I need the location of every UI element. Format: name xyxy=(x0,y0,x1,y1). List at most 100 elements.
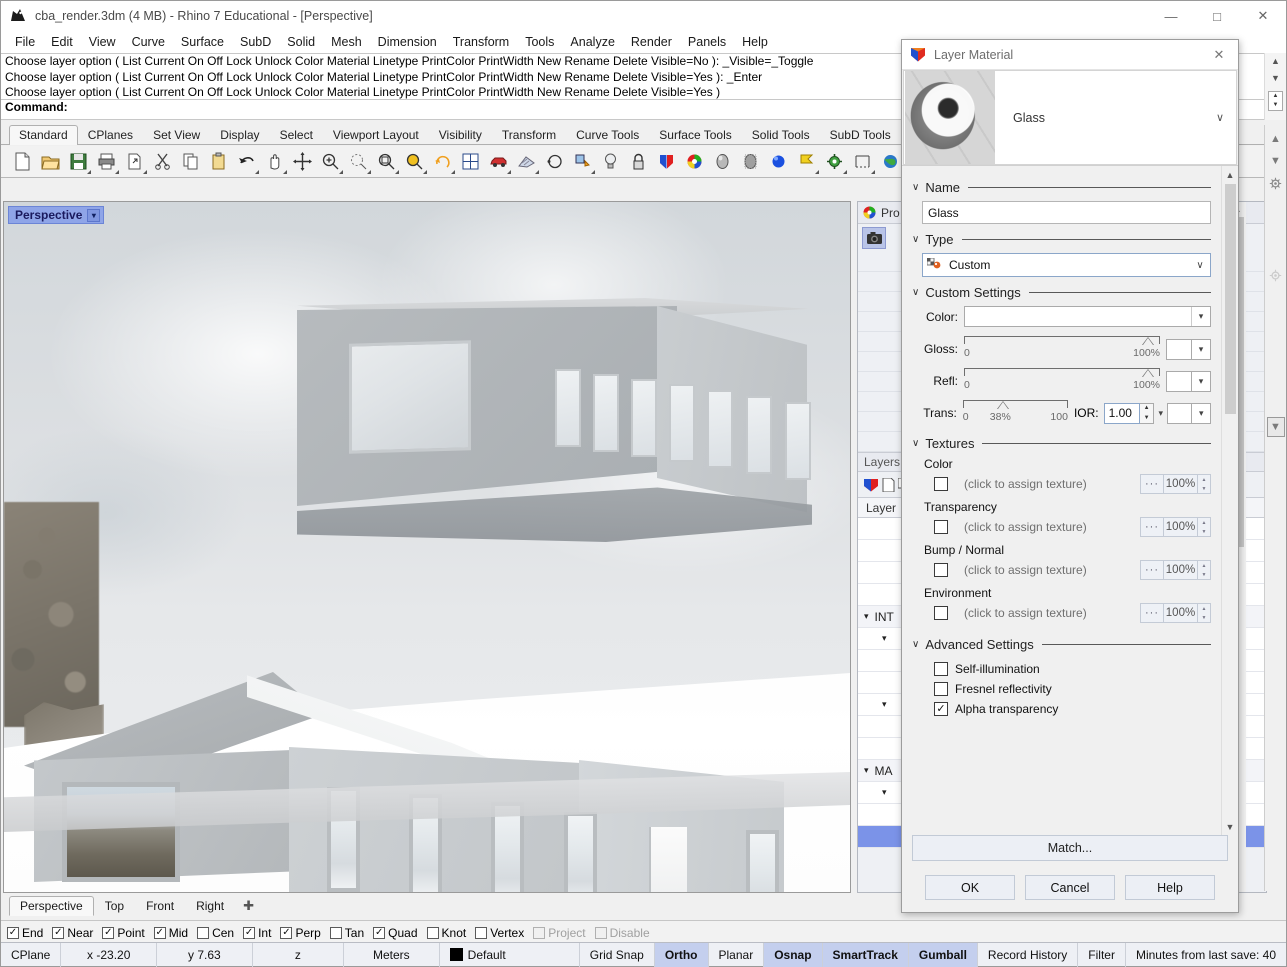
osnap-cen[interactable]: Cen xyxy=(197,926,234,940)
material-name-input[interactable]: Glass xyxy=(922,201,1211,224)
spin-down-icon[interactable]: ▼ xyxy=(1198,484,1210,493)
menu-analyze[interactable]: Analyze xyxy=(562,33,622,51)
menu-file[interactable]: File xyxy=(7,33,43,51)
chevron-down-icon[interactable]: ∨ xyxy=(912,438,919,449)
refl-slider[interactable]: 0 100% xyxy=(964,366,1160,396)
chevron-down-icon[interactable]: ∨ xyxy=(912,639,919,650)
help-button[interactable]: Help xyxy=(1125,875,1215,900)
zoom-window-icon[interactable] xyxy=(345,149,372,175)
advanced-row-self-illumination[interactable]: Self-illumination xyxy=(912,662,1211,676)
menu-help[interactable]: Help xyxy=(734,33,776,51)
menu-subd[interactable]: SubD xyxy=(232,33,279,51)
toggle-record-history[interactable]: Record History xyxy=(978,943,1078,967)
chevron-down-icon[interactable]: ▾ xyxy=(864,765,869,776)
chevron-down-icon[interactable]: ▾ xyxy=(1192,371,1211,392)
menu-panels[interactable]: Panels xyxy=(680,33,734,51)
color-swatch[interactable] xyxy=(965,307,1191,326)
advanced-row-alpha[interactable]: ✓ Alpha transparency xyxy=(912,702,1211,716)
copy-icon[interactable] xyxy=(177,149,204,175)
chevron-down-icon[interactable]: ▾ xyxy=(882,787,887,798)
spin-up-icon[interactable]: ▲ xyxy=(1269,92,1282,101)
chevron-down-icon[interactable]: ∨ xyxy=(912,182,919,193)
texture-color-checkbox[interactable] xyxy=(934,477,948,491)
osnap-quad[interactable]: ✓Quad xyxy=(373,926,417,940)
slider-thumb[interactable] xyxy=(1142,337,1154,345)
toggle-grid-snap[interactable]: Grid Snap xyxy=(580,943,655,967)
scroll-up-icon[interactable]: ▲ xyxy=(1267,129,1285,149)
tab-subd-tools[interactable]: SubD Tools xyxy=(820,125,901,144)
osnap-end-checkbox[interactable]: ✓ xyxy=(7,927,19,939)
spin-up-icon[interactable]: ▲ xyxy=(1198,475,1210,484)
spin-up-icon[interactable]: ▲ xyxy=(1198,518,1210,527)
texture-transparency-browse-button[interactable]: ··· xyxy=(1140,517,1164,537)
menu-transform[interactable]: Transform xyxy=(445,33,518,51)
ok-button[interactable]: OK xyxy=(925,875,1015,900)
toggle-osnap[interactable]: Osnap xyxy=(764,943,822,967)
units-indicator[interactable]: Meters xyxy=(344,943,440,967)
command-spinner[interactable]: ▲ ▼ xyxy=(1268,91,1283,111)
chevron-down-icon[interactable]: ∨ xyxy=(1216,111,1224,124)
alpha-transparency-checkbox[interactable]: ✓ xyxy=(934,702,948,716)
chevron-down-icon[interactable]: ▾ xyxy=(1192,403,1211,424)
lock-icon[interactable] xyxy=(625,149,652,175)
osnap-perp[interactable]: ✓Perp xyxy=(280,926,320,940)
refl-value-field[interactable] xyxy=(1166,371,1192,392)
spin-up-icon[interactable]: ▲ xyxy=(1198,604,1210,613)
minimize-button[interactable]: — xyxy=(1148,1,1194,31)
gear-secondary-icon[interactable] xyxy=(1267,265,1285,285)
viewport-tab-perspective[interactable]: Perspective xyxy=(9,896,94,916)
tab-display[interactable]: Display xyxy=(210,125,269,144)
earth-icon[interactable] xyxy=(877,149,904,175)
blue-sphere-icon[interactable] xyxy=(765,149,792,175)
chevron-down-icon[interactable]: ▾ xyxy=(1191,307,1210,326)
print-icon[interactable] xyxy=(93,149,120,175)
cplane-indicator[interactable]: CPlane xyxy=(1,943,61,967)
osnap-near[interactable]: ✓Near xyxy=(52,926,93,940)
flag-icon[interactable] xyxy=(793,149,820,175)
texture-color-browse-button[interactable]: ··· xyxy=(1140,474,1164,494)
close-window-button[interactable]: ✕ xyxy=(1240,1,1286,31)
section-header-custom-settings[interactable]: ∨ Custom Settings xyxy=(912,285,1211,300)
match-button[interactable]: Match... xyxy=(912,835,1228,861)
viewport-title-label[interactable]: Perspective ▾ xyxy=(8,206,104,224)
paste-icon[interactable] xyxy=(205,149,232,175)
trans-slider[interactable]: 0 38% 100 xyxy=(963,398,1068,428)
menu-solid[interactable]: Solid xyxy=(279,33,323,51)
osnap-tan[interactable]: Tan xyxy=(330,926,364,940)
add-viewport-tab-icon[interactable]: ✚ xyxy=(235,898,262,914)
texture-environment-browse-button[interactable]: ··· xyxy=(1140,603,1164,623)
osnap-tan-checkbox[interactable] xyxy=(330,927,342,939)
circle-icon[interactable] xyxy=(541,149,568,175)
menu-curve[interactable]: Curve xyxy=(124,33,173,51)
color-picker[interactable]: ▾ xyxy=(964,306,1211,327)
maximize-button[interactable]: □ xyxy=(1194,1,1240,31)
gloss-slider[interactable]: 0 100% xyxy=(964,334,1160,364)
slider-thumb[interactable] xyxy=(997,401,1009,409)
texture-bump-amount[interactable]: 100% xyxy=(1164,560,1198,580)
ior-stepper[interactable]: ▲ ▼ xyxy=(1140,403,1155,424)
dimension-icon[interactable] xyxy=(849,149,876,175)
toggle-planar[interactable]: Planar xyxy=(709,943,765,967)
osnap-point-checkbox[interactable]: ✓ xyxy=(102,927,114,939)
tab-solid-tools[interactable]: Solid Tools xyxy=(742,125,820,144)
osnap-point[interactable]: ✓Point xyxy=(102,926,144,940)
tab-curve-tools[interactable]: Curve Tools xyxy=(566,125,649,144)
menu-mesh[interactable]: Mesh xyxy=(323,33,370,51)
spin-down-icon[interactable]: ▼ xyxy=(1198,570,1210,579)
menu-dimension[interactable]: Dimension xyxy=(370,33,445,51)
command-history-scrollbar[interactable]: ▲ ▼ ▲ ▼ xyxy=(1264,53,1286,120)
new-layer-icon[interactable] xyxy=(882,478,895,492)
section-header-type[interactable]: ∨ Type xyxy=(912,232,1211,247)
spin-up-icon[interactable]: ▲ xyxy=(1140,404,1154,414)
osnap-knot-checkbox[interactable] xyxy=(427,927,439,939)
scroll-down-icon[interactable]: ▼ xyxy=(1222,818,1239,835)
pan-icon[interactable] xyxy=(261,149,288,175)
tab-viewport-layout[interactable]: Viewport Layout xyxy=(323,125,429,144)
spin-down-icon[interactable]: ▼ xyxy=(1140,413,1154,423)
d­ialog-scrollbar[interactable]: ▲ ▼ xyxy=(1221,166,1238,835)
zoom-selected-icon[interactable] xyxy=(401,149,428,175)
osnap-project-checkbox[interactable] xyxy=(533,927,545,939)
texture-environment-stepper[interactable]: ▲▼ xyxy=(1198,603,1211,623)
section-header-textures[interactable]: ∨ Textures xyxy=(912,436,1211,451)
tab-transform[interactable]: Transform xyxy=(492,125,566,144)
